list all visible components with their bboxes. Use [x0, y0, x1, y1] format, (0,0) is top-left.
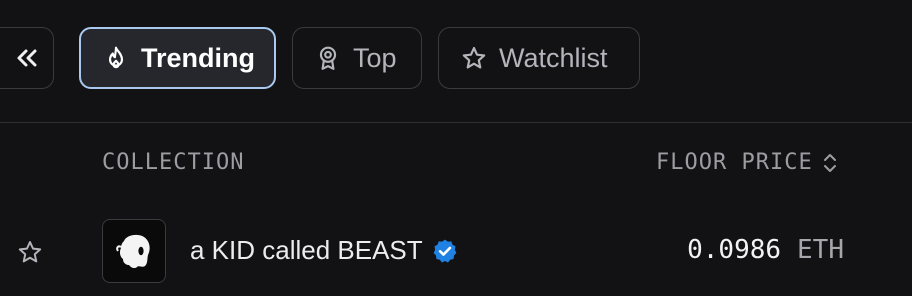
toolbar-divider: [0, 122, 912, 123]
tab-trending-label: Trending: [141, 42, 255, 73]
verified-badge-icon: [432, 238, 458, 264]
award-icon: [315, 45, 341, 71]
tab-top[interactable]: Top: [292, 27, 422, 89]
star-outline-icon[interactable]: [17, 239, 43, 265]
floor-price-header-label: FLOOR PRICE: [656, 150, 813, 175]
collection-name: a KID called BEAST: [190, 235, 423, 265]
flame-icon: [103, 45, 129, 71]
floor-price-column-header[interactable]: FLOOR PRICE: [656, 150, 839, 175]
tab-top-label: Top: [353, 42, 397, 73]
sort-updown-icon[interactable]: [821, 152, 839, 174]
collection-avatar[interactable]: [102, 219, 166, 283]
floor-price-cell: 0.0986 ETH: [687, 235, 844, 265]
trending-collections-page: Trending Top Watchlist COLLECTION FLOOR …: [0, 0, 912, 296]
double-chevron-left-icon: [15, 46, 39, 70]
beast-avatar-icon: [110, 227, 158, 275]
floor-price-value: 0.0986: [687, 235, 782, 265]
collection-column-header: COLLECTION: [102, 150, 245, 175]
collapse-sidebar-button[interactable]: [0, 27, 54, 89]
star-icon: [461, 45, 487, 71]
collection-name-link[interactable]: a KID called BEAST: [190, 235, 458, 266]
tab-watchlist-label: Watchlist: [499, 42, 608, 73]
tab-watchlist[interactable]: Watchlist: [438, 27, 640, 89]
floor-price-currency: ETH: [797, 235, 844, 265]
tab-trending[interactable]: Trending: [79, 27, 276, 89]
